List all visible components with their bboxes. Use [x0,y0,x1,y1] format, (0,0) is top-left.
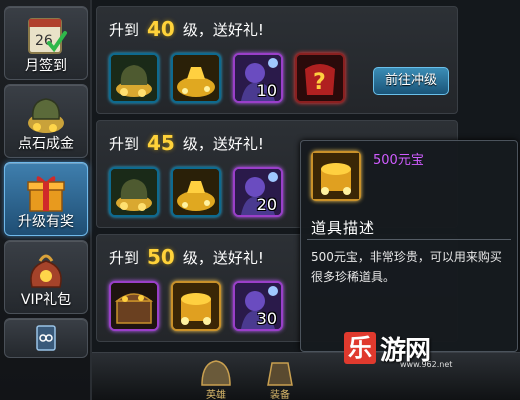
tooltip-description: 500元宝，非常珍贵，可以用来购买很多珍稀道具。 [311,250,502,284]
row-level: 50 [147,245,175,269]
reward-slot[interactable] [171,281,221,331]
gold-ingot-icon [173,55,219,101]
tab-card[interactable] [4,318,88,358]
card-icon [36,325,56,351]
site-watermark: 乐 游网 www.962.net [344,330,462,370]
money-bag-icon [111,55,157,101]
row-prefix: 升到 [109,135,140,153]
row-suffix: 级，送好礼! [182,21,264,39]
tab-level-rewards[interactable]: 升级有奖 [4,162,88,236]
tab-label: VIP礼包 [20,292,72,308]
bottom-hero-button[interactable]: 英雄 [196,357,236,400]
tooltip-title: 道具描述 [311,219,376,237]
hero-helmet-icon [201,360,231,386]
bottom-equip-label: 装备 [270,390,290,400]
reward-slot[interactable] [171,167,221,217]
reward-slot[interactable]: 10 [233,53,283,103]
row-title: 升到 50 级，送好礼! [109,245,264,269]
gold-treasure-icon [173,283,219,329]
mystery-armor-icon: ? [297,55,343,101]
reward-slot[interactable] [109,167,159,217]
row-title: 升到 40 级，送好礼! [109,17,264,41]
money-bag-icon [28,98,64,133]
reward-slot[interactable]: ? [295,53,345,103]
watermark-url: www.962.net [400,360,453,369]
sidebar: 26 月签到 点石成金 升级有奖 VIP礼包 [0,0,92,400]
svg-text:?: ? [313,70,326,95]
reward-slot[interactable]: 20 [233,167,283,217]
item-count: 20 [256,195,277,214]
gold-treasure-icon [313,153,359,199]
watermark-logo: 乐 [344,332,376,364]
equipment-icon [267,362,293,386]
row-level: 40 [147,17,175,41]
row-prefix: 升到 [109,249,140,267]
item-count: 30 [256,309,277,328]
tab-monthly-signin[interactable]: 26 月签到 [4,6,88,80]
go-level-up-button[interactable]: 前往冲级 [373,67,449,95]
item-tooltip: 500元宝 道具描述 500元宝，非常珍贵，可以用来购买很多珍稀道具。 [300,140,518,352]
tooltip-item-icon [311,151,361,201]
tab-stone-to-gold[interactable]: 点石成金 [4,84,88,158]
money-bag-icon [111,169,157,215]
row-prefix: 升到 [109,21,140,39]
row-suffix: 级，送好礼! [182,249,264,267]
row-suffix: 级，送好礼! [182,135,264,153]
tooltip-item-name: 500元宝 [373,153,424,168]
calendar-icon: 26 [28,18,67,54]
tab-vip-gift[interactable]: VIP礼包 [4,240,88,314]
reward-slot[interactable] [109,53,159,103]
gift-box-icon [27,176,65,212]
reward-slot[interactable]: 30 [233,281,283,331]
tab-label: 月签到 [25,58,67,74]
row-title: 升到 45 级，送好礼! [109,131,264,155]
item-count: 10 [256,81,277,100]
reward-slot[interactable] [171,53,221,103]
reward-row-40: 升到 40 级，送好礼! 10 ? 前往冲级 [96,6,458,114]
tab-label: 升级有奖 [18,214,74,230]
tab-label: 点石成金 [18,136,74,152]
reward-slot[interactable] [109,281,159,331]
treasure-chest-icon [111,283,157,329]
bottom-equip-button[interactable]: 装备 [260,357,300,400]
tooltip-divider [307,239,511,240]
bottom-hero-label: 英雄 [206,390,226,400]
vip-bag-icon [30,254,62,288]
row-level: 45 [147,131,175,155]
gold-ingot-icon [173,169,219,215]
